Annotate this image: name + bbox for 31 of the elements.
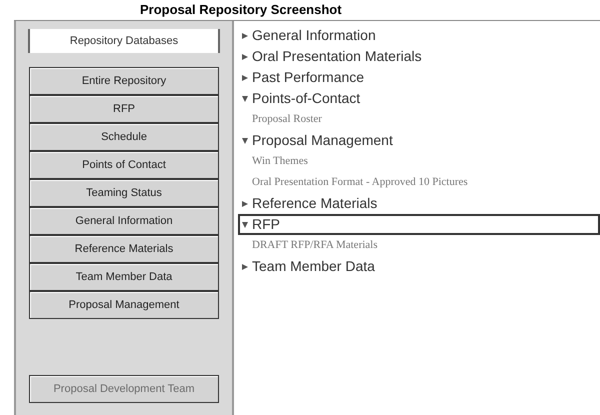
tree-category[interactable]: Past Performance — [238, 67, 600, 88]
tree-category[interactable]: RFP — [238, 214, 600, 235]
expanded-triangle-icon — [242, 138, 248, 144]
sidebar-button[interactable]: Reference Materials — [29, 235, 219, 263]
expanded-triangle-icon — [242, 96, 248, 102]
tree-document[interactable]: Oral Presentation Format - Approved 10 Pictures — [238, 172, 600, 193]
sidebar-button[interactable]: Proposal Management — [29, 291, 219, 319]
sidebar-button[interactable]: General Information — [29, 207, 219, 235]
sidebar-header: Repository Databases — [28, 29, 220, 53]
tree-document[interactable]: DRAFT RFP/RFA Materials — [238, 235, 600, 256]
sidebar-button[interactable]: Schedule — [29, 123, 219, 151]
collapsed-triangle-icon — [242, 54, 248, 60]
tree-category[interactable]: Team Member Data — [238, 256, 600, 277]
tree-category[interactable]: Points-of-Contact — [238, 88, 600, 109]
tree-category[interactable]: Reference Materials — [238, 193, 600, 214]
collapsed-triangle-icon — [242, 200, 248, 206]
window-title: Proposal Repository Screenshot — [139, 1, 343, 19]
expanded-triangle-icon — [242, 222, 248, 228]
tree-category[interactable]: General Information — [238, 25, 600, 46]
collapsed-triangle-icon — [242, 74, 248, 80]
tree-document[interactable]: Proposal Roster — [238, 109, 600, 130]
sidebar-button[interactable]: RFP — [29, 95, 219, 123]
tree-category[interactable]: Proposal Management — [238, 130, 600, 151]
sidebar-button[interactable]: Team Member Data — [29, 263, 219, 291]
sidebar-button[interactable]: Points of Contact — [29, 151, 219, 179]
collapsed-triangle-icon — [242, 32, 248, 38]
collapsed-triangle-icon — [242, 264, 248, 270]
sidebar-button[interactable]: Teaming Status — [29, 179, 219, 207]
tree-category[interactable]: Oral Presentation Materials — [238, 46, 600, 67]
sidebar-button[interactable]: Entire Repository — [29, 67, 219, 95]
tree-document[interactable]: Win Themes — [238, 151, 600, 172]
